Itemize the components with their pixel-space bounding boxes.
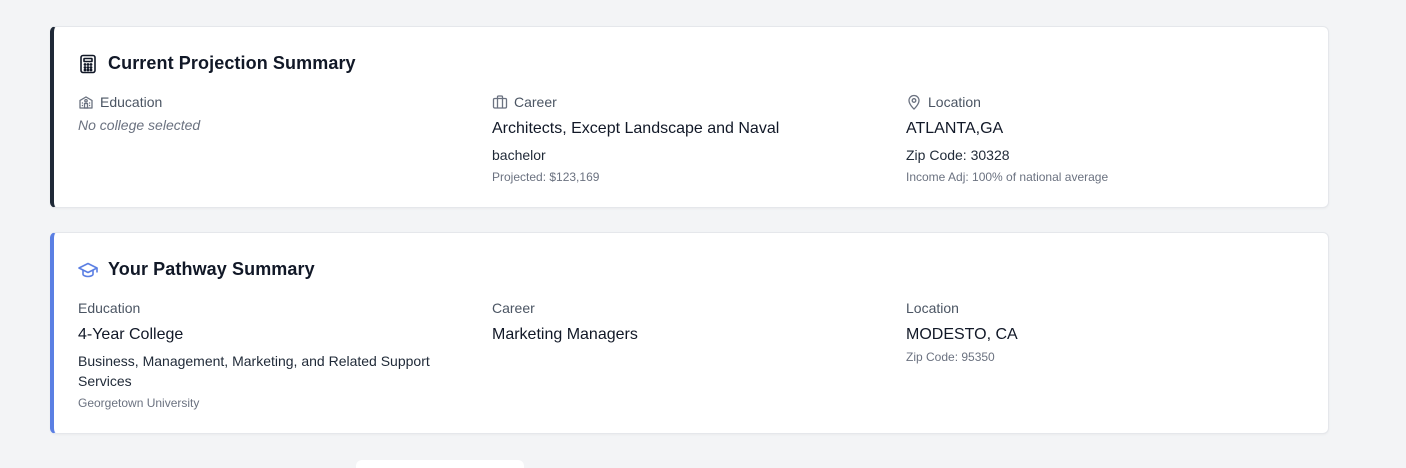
projection-education-column: Education No college selected <box>78 93 458 133</box>
partial-element-below <box>356 460 524 468</box>
pathway-career-value: Marketing Managers <box>492 326 638 343</box>
pathway-title-row: Your Pathway Summary <box>78 259 315 280</box>
pathway-school: Georgetown University <box>78 396 200 410</box>
pathway-career-label-row: Career <box>492 299 872 317</box>
projection-location-label: Location <box>928 94 981 110</box>
pathway-location-column: Location MODESTO, CA Zip Code: 95350 <box>906 299 1286 365</box>
pathway-title: Your Pathway Summary <box>108 259 315 279</box>
projection-projected-salary: Projected: $123,169 <box>492 170 600 184</box>
projection-summary-card: Current Projection Summary Education No … <box>50 26 1329 208</box>
projection-career-label: Career <box>514 94 557 110</box>
pathway-zip-code: Zip Code: 95350 <box>906 350 995 364</box>
projection-degree: bachelor <box>492 147 546 163</box>
school-icon <box>78 94 94 110</box>
pathway-major: Business, Management, Marketing, and Rel… <box>78 353 430 389</box>
pathway-education-label: Education <box>78 300 141 316</box>
pathway-location-label: Location <box>906 300 959 316</box>
pathway-education-column: Education 4-Year College Business, Manag… <box>78 299 458 411</box>
projection-zip-code: Zip Code: 30328 <box>906 147 1010 163</box>
pathway-education-label-row: Education <box>78 299 458 317</box>
projection-location-label-row: Location <box>906 93 1286 111</box>
pathway-location-label-row: Location <box>906 299 1286 317</box>
projection-career-value: Architects, Except Landscape and Naval <box>492 120 780 137</box>
pathway-education-value: 4-Year College <box>78 326 184 343</box>
projection-location-column: Location ATLANTA,GA Zip Code: 30328 Inco… <box>906 93 1286 185</box>
pathway-summary-card: Your Pathway Summary Education 4-Year Co… <box>50 232 1329 434</box>
calculator-icon <box>78 54 98 74</box>
projection-career-column: Career Architects, Except Landscape and … <box>492 93 872 185</box>
briefcase-icon <box>492 94 508 110</box>
pathway-career-label: Career <box>492 300 535 316</box>
projection-location-value: ATLANTA,GA <box>906 120 1004 137</box>
projection-career-label-row: Career <box>492 93 872 111</box>
projection-education-label-row: Education <box>78 93 458 111</box>
projection-title-row: Current Projection Summary <box>78 53 356 74</box>
projection-income-adjustment: Income Adj: 100% of national average <box>906 170 1109 184</box>
map-pin-icon <box>906 94 922 110</box>
pathway-career-column: Career Marketing Managers <box>492 299 872 345</box>
graduation-cap-icon <box>78 260 98 280</box>
projection-title: Current Projection Summary <box>108 53 356 73</box>
projection-education-value: No college selected <box>78 117 201 133</box>
pathway-location-value: MODESTO, CA <box>906 326 1018 343</box>
projection-education-label: Education <box>100 94 163 110</box>
